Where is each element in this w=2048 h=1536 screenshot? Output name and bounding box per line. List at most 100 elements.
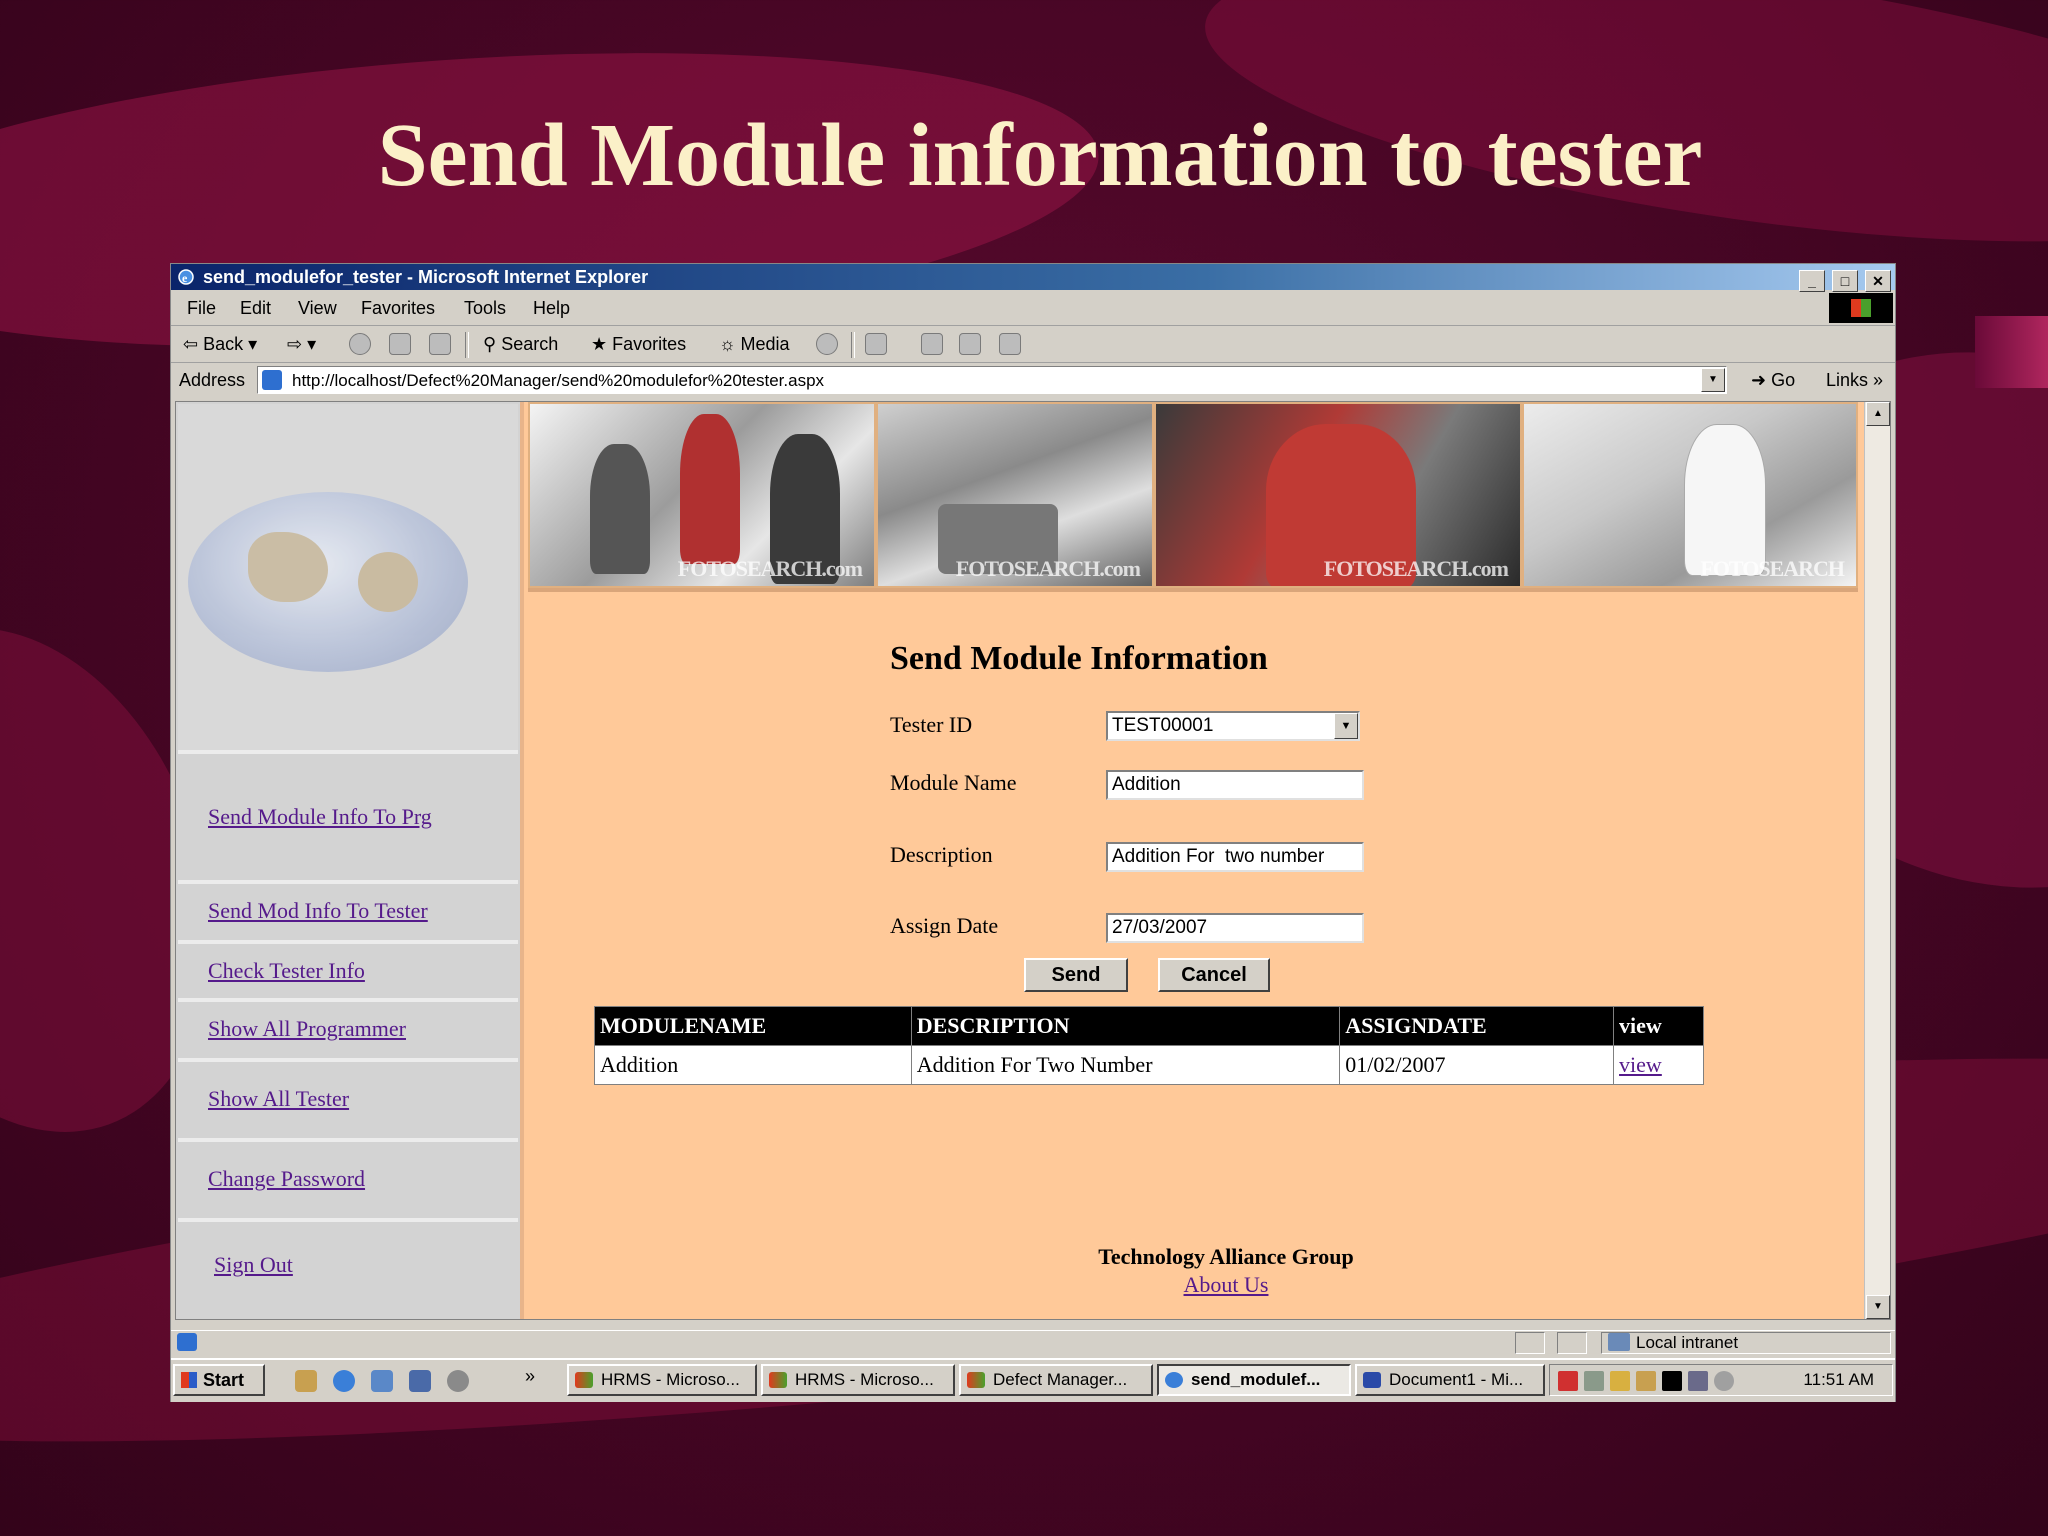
scroll-up-icon[interactable]: ▲	[1866, 402, 1890, 426]
banner-photo: FOTOSEARCH.com	[1154, 402, 1522, 588]
mail-icon[interactable]	[865, 333, 887, 355]
description-input[interactable]	[1106, 842, 1364, 872]
sidebar-item-change-password[interactable]: Change Password	[208, 1166, 365, 1192]
chevron-down-icon[interactable]: ▼	[1701, 368, 1725, 392]
cancel-button[interactable]: Cancel	[1158, 958, 1270, 992]
taskbar-item-label: Document1 - Mi...	[1389, 1370, 1524, 1389]
sidebar-item-show-all-programmer[interactable]: Show All Programmer	[208, 1016, 406, 1042]
maximize-button[interactable]: □	[1831, 270, 1858, 292]
sidebar-item-show-all-tester[interactable]: Show All Tester	[208, 1086, 349, 1112]
word-icon	[1363, 1372, 1381, 1388]
tester-id-select[interactable]: TEST00001 ▼	[1106, 711, 1360, 741]
start-button[interactable]: Start	[173, 1364, 265, 1396]
tray-app-icon[interactable]	[1558, 1371, 1578, 1391]
quicklaunch-settings-icon[interactable]	[447, 1370, 469, 1392]
sidebar-item: Check Tester Info	[178, 944, 518, 1002]
chevron-down-icon[interactable]: ▼	[1334, 713, 1358, 739]
media-button[interactable]: ☼ Media	[719, 334, 790, 355]
window-titlebar[interactable]: e send_modulefor_tester - Microsoft Inte…	[171, 264, 1895, 292]
windows-logo-icon	[1829, 293, 1893, 323]
taskbar-item-hrms-1[interactable]: HRMS - Microso...	[567, 1364, 757, 1396]
footer: About Us	[576, 1272, 1876, 1298]
app-icon	[967, 1372, 985, 1388]
volume-icon[interactable]	[1714, 1371, 1734, 1391]
refresh-icon[interactable]	[389, 333, 411, 355]
home-icon[interactable]	[429, 333, 451, 355]
tray-app-icon[interactable]	[1584, 1371, 1604, 1391]
status-pane	[1557, 1332, 1587, 1354]
table-row: Addition Addition For Two Number 01/02/2…	[594, 1045, 1704, 1085]
address-input[interactable]: http://localhost/Defect%20Manager/send%2…	[257, 366, 1727, 394]
about-us-link[interactable]: About Us	[1184, 1272, 1269, 1297]
tray-app-icon[interactable]	[1636, 1371, 1656, 1391]
search-button[interactable]: ⚲ Search	[483, 334, 558, 355]
view-link[interactable]: view	[1619, 1052, 1662, 1077]
status-pane	[1515, 1332, 1545, 1354]
search-label: Search	[501, 334, 559, 354]
send-button[interactable]: Send	[1024, 958, 1128, 992]
sidebar-item: Send Mod Info To Tester	[178, 884, 518, 944]
taskbar-item-defect-manager[interactable]: Defect Manager...	[959, 1364, 1153, 1396]
column-header: DESCRIPTION	[910, 1006, 1341, 1046]
quicklaunch-app-icon[interactable]	[409, 1370, 431, 1392]
quicklaunch-outlook-icon[interactable]	[371, 1370, 393, 1392]
quicklaunch-overflow[interactable]: »	[525, 1366, 535, 1387]
menu-file[interactable]: File	[187, 298, 216, 319]
tray-app-icon[interactable]	[1662, 1371, 1682, 1391]
forward-button[interactable]: ⇨ ▾	[287, 334, 316, 355]
sidebar-item-check-tester-info[interactable]: Check Tester Info	[208, 958, 365, 984]
back-button[interactable]: ⇦ Back ▾	[183, 334, 257, 355]
tray-network-icon[interactable]	[1688, 1371, 1708, 1391]
menu-tools[interactable]: Tools	[464, 298, 506, 319]
discuss-icon[interactable]	[999, 333, 1021, 355]
status-bar: Local intranet	[171, 1330, 1895, 1357]
taskbar-item-send-modulefor-tester[interactable]: send_modulef...	[1157, 1364, 1351, 1396]
favorites-button[interactable]: ★ Favorites	[591, 334, 686, 355]
taskbar-item-hrms-2[interactable]: HRMS - Microso...	[761, 1364, 955, 1396]
close-button[interactable]: ✕	[1865, 270, 1891, 292]
address-url[interactable]: http://localhost/Defect%20Manager/send%2…	[292, 371, 824, 391]
assign-date-input[interactable]	[1106, 913, 1364, 943]
vertical-scrollbar[interactable]: ▲ ▼	[1864, 402, 1890, 1319]
sidebar-item-send-mod-info-to-tester[interactable]: Send Mod Info To Tester	[208, 898, 428, 924]
column-header: MODULENAME	[594, 1006, 912, 1046]
module-name-label: Module Name	[890, 770, 1017, 795]
minimize-button[interactable]: _	[1798, 270, 1825, 292]
stop-icon[interactable]	[349, 333, 371, 355]
taskbar-item-document1[interactable]: Document1 - Mi...	[1355, 1364, 1545, 1396]
address-bar: Address http://localhost/Defect%20Manage…	[171, 363, 1895, 397]
module-name-input[interactable]	[1106, 770, 1364, 800]
sidebar-item: Send Module Info To Prg	[178, 754, 518, 884]
module-table: MODULENAME DESCRIPTION ASSIGNDATE view A…	[594, 1006, 1704, 1085]
start-label: Start	[203, 1370, 245, 1390]
sidebar-item: Show All Tester	[178, 1062, 518, 1142]
sidebar-item-sign-out[interactable]: Sign Out	[214, 1252, 293, 1278]
column-header: view	[1613, 1006, 1704, 1046]
taskbar-item-label: HRMS - Microso...	[601, 1370, 740, 1389]
header-banner: FOTOSEARCH.com FOTOSEARCH.com FOTOSEARCH…	[528, 402, 1858, 592]
clock: 11:51 AM	[1803, 1370, 1874, 1389]
banner-photo: FOTOSEARCH	[1522, 402, 1858, 588]
history-icon[interactable]	[816, 333, 838, 355]
go-button[interactable]: ➜ Go	[1751, 370, 1795, 391]
status-zone: Local intranet	[1601, 1332, 1891, 1354]
scroll-down-icon[interactable]: ▼	[1866, 1295, 1890, 1319]
table-header-row: MODULENAME DESCRIPTION ASSIGNDATE view	[594, 1006, 1704, 1046]
taskbar-item-label: send_modulef...	[1191, 1370, 1321, 1389]
tray-app-icon[interactable]	[1610, 1371, 1630, 1391]
browser-window: e send_modulefor_tester - Microsoft Inte…	[170, 263, 1896, 1402]
quicklaunch-desktop-icon[interactable]	[295, 1370, 317, 1392]
sidebar: Send Module Info To Prg Send Mod Info To…	[176, 402, 524, 1319]
edit-icon[interactable]	[959, 333, 981, 355]
address-label: Address	[179, 370, 246, 390]
menu-favorites[interactable]: Favorites	[361, 298, 435, 319]
links-button[interactable]: Links »	[1826, 370, 1883, 391]
menu-edit[interactable]: Edit	[240, 298, 271, 319]
quicklaunch-ie-icon[interactable]	[333, 1370, 355, 1392]
banner-watermark: FOTOSEARCH.com	[955, 556, 1141, 581]
sidebar-item-send-module-info-to-prg[interactable]: Send Module Info To Prg	[208, 804, 432, 830]
go-label: Go	[1771, 370, 1796, 390]
menu-help[interactable]: Help	[533, 298, 570, 319]
print-icon[interactable]	[921, 333, 943, 355]
menu-view[interactable]: View	[298, 298, 337, 319]
